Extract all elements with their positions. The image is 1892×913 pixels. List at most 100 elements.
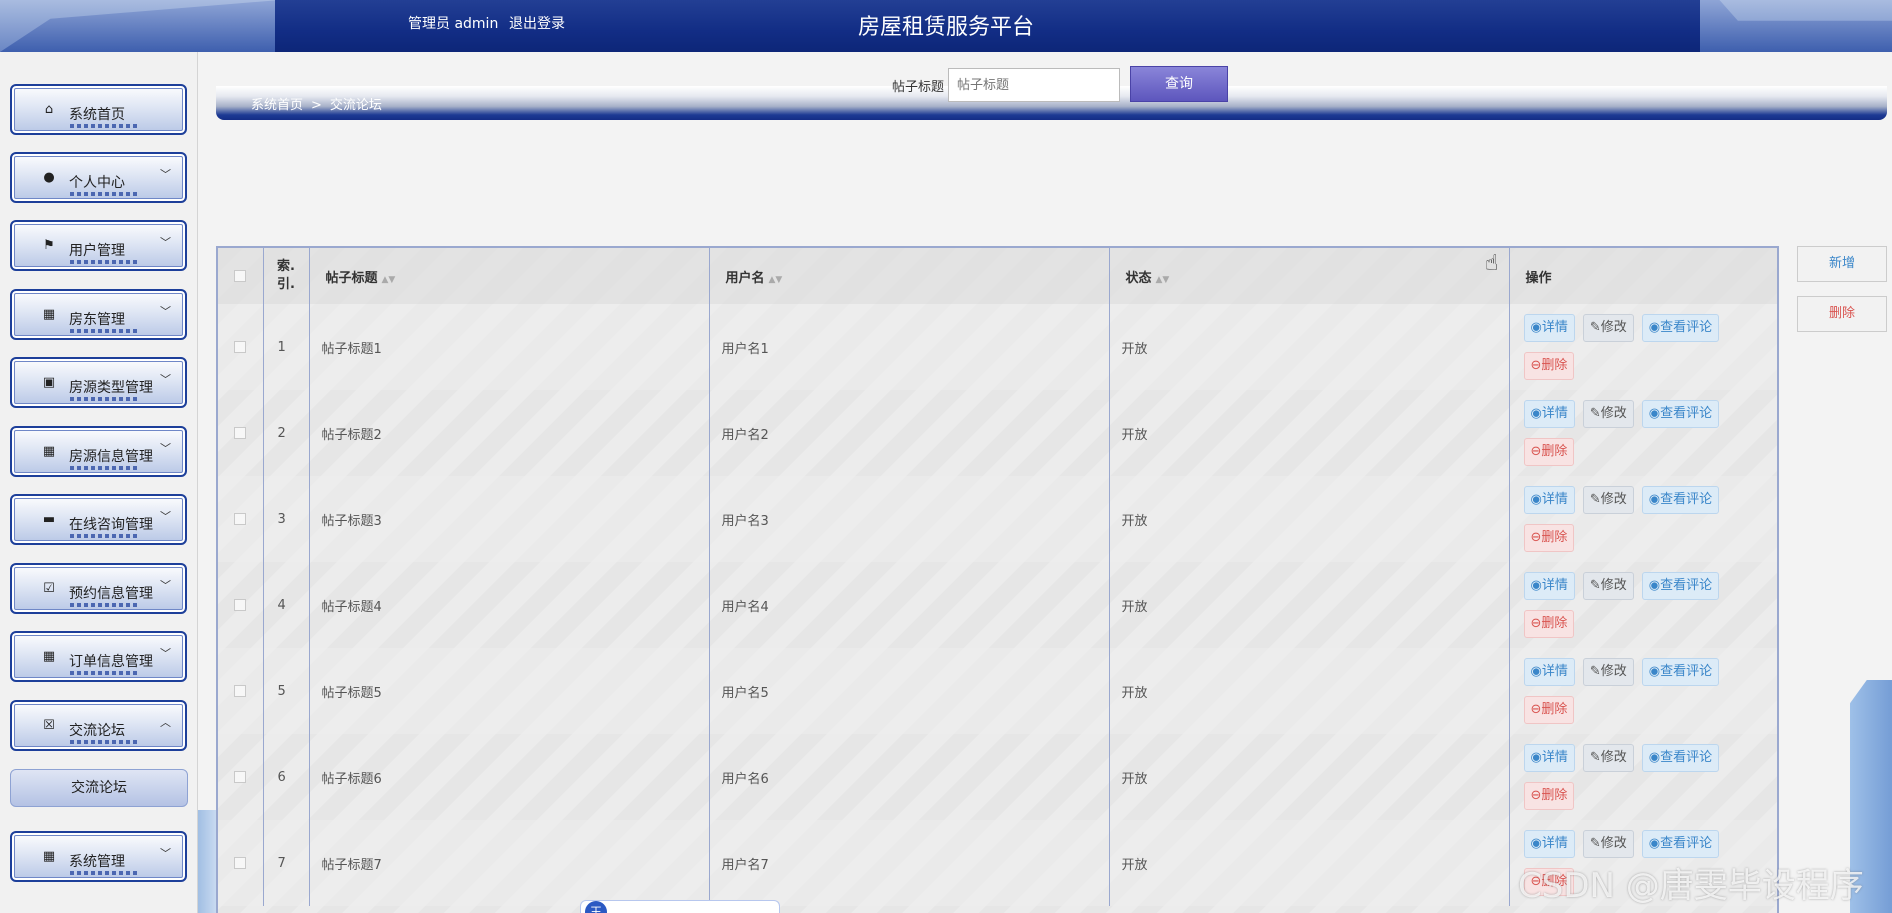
row-checkbox[interactable] [234,857,247,869]
row-checkbox[interactable] [234,341,247,353]
sidebar-item[interactable]: ● 个人中心 ﹀ [10,152,187,203]
decorative-dots [70,871,140,875]
sidebar-item[interactable]: ▦ 订单信息管理 ﹀ [10,631,187,682]
row-index: 3 [263,476,310,562]
row-checkbox[interactable] [234,427,247,439]
edit-button[interactable]: ✎修改 [1582,572,1634,600]
row-actions: ◉详情 ✎修改 ◉查看评论 ⊖删除 [1509,390,1777,476]
row-checkbox[interactable] [234,771,247,783]
sidebar-item[interactable]: ☑ 预约信息管理 ﹀ [10,563,187,614]
grid-icon: ▦ [42,444,56,459]
row-checkbox[interactable] [234,685,247,697]
row-select-cell[interactable] [218,734,264,820]
header-select-all[interactable] [218,248,264,304]
row-username: 用户名7 [709,820,1110,906]
sidebar-item[interactable]: ⚑ 用户管理 ﹀ [10,220,187,271]
detail-button[interactable]: ◉详情 [1523,830,1575,858]
view-comments-button[interactable]: ◉查看评论 [1641,744,1720,772]
sidebar-item[interactable]: ☒ 交流论坛 ︿ [10,700,187,751]
chevron-down-icon: ﹀ [160,373,171,386]
eye-icon: ◉ [1648,664,1661,679]
breadcrumb-home[interactable]: 系统首页 [251,98,303,113]
add-button[interactable]: 新增 [1797,246,1887,282]
detail-button[interactable]: ◉详情 [1523,572,1575,600]
search-input[interactable] [948,68,1120,102]
delete-label: 删除 [1541,702,1568,717]
sort-icon[interactable]: ▲▼ [1156,275,1170,285]
sidebar-item[interactable]: ▣ 房源类型管理 ﹀ [10,357,187,408]
view-comments-button[interactable]: ◉查看评论 [1641,400,1720,428]
detail-button[interactable]: ◉详情 [1523,486,1575,514]
view-comments-button[interactable]: ◉查看评论 [1641,486,1720,514]
delete-button[interactable]: ⊖删除 [1523,610,1575,638]
floating-toolbar[interactable]: 王 [580,900,780,913]
detail-button[interactable]: ◉详情 [1523,744,1575,772]
pencil-icon: ✎ [1589,836,1601,851]
delete-button[interactable]: ⊖删除 [1523,524,1575,552]
edit-button[interactable]: ✎修改 [1582,314,1634,342]
view-comments-button[interactable]: ◉查看评论 [1641,658,1720,686]
batch-delete-button[interactable]: 删除 [1797,296,1887,332]
delete-button[interactable]: ⊖删除 [1523,352,1575,380]
delete-button[interactable]: ⊖删除 [1523,438,1575,466]
edit-button[interactable]: ✎修改 [1582,400,1634,428]
edit-button[interactable]: ✎修改 [1582,486,1634,514]
sidebar-item-label: 交流论坛 [69,723,125,739]
submenu-item-forum[interactable]: 交流论坛 [10,769,188,807]
sidebar-item[interactable]: ▦ 房源信息管理 ﹀ [10,426,187,477]
sidebar-item-label: 个人中心 [69,175,125,191]
row-username: 用户名1 [709,304,1110,390]
detail-button[interactable]: ◉详情 [1523,658,1575,686]
detail-button[interactable]: ◉详情 [1523,400,1575,428]
decorative-dots [70,192,140,196]
edit-button[interactable]: ✎修改 [1582,658,1634,686]
row-title: 帖子标题1 [309,304,710,390]
sort-icon[interactable]: ▲▼ [769,275,783,285]
view-comments-button[interactable]: ◉查看评论 [1641,314,1720,342]
view-comments-button[interactable]: ◉查看评论 [1641,572,1720,600]
row-checkbox[interactable] [234,599,247,611]
row-select-cell[interactable] [218,476,264,562]
sidebar-item[interactable]: ⌂ 系统首页 [10,84,187,135]
pencil-icon: ✎ [1589,406,1601,421]
header-index-line2: 引. [277,277,295,292]
sidebar-item[interactable]: ▬ 在线咨询管理 ﹀ [10,494,187,545]
row-select-cell[interactable] [218,562,264,648]
decorative-dots [70,466,140,470]
select-all-checkbox[interactable] [234,270,247,282]
edit-button[interactable]: ✎修改 [1582,744,1634,772]
detail-button[interactable]: ◉详情 [1523,314,1575,342]
sidebar-item-label: 房源类型管理 [69,380,153,396]
pencil-icon: ✎ [1589,578,1601,593]
clipboard-check-icon: ☑ [43,581,55,596]
header-title[interactable]: 帖子标题 ▲▼ [309,248,710,304]
table-row: 6 帖子标题6 用户名6 开放 ◉详情 ✎修改 ◉查看评论 ⊖删除 [218,734,1777,820]
row-select-cell[interactable] [218,820,264,906]
user-icon: ● [43,170,55,185]
row-select-cell[interactable] [218,304,264,390]
minus-circle-icon: ⊖ [1530,530,1542,545]
view-comments-button[interactable]: ◉查看评论 [1641,830,1720,858]
minus-circle-icon: ⊖ [1530,358,1542,373]
table-row: 4 帖子标题4 用户名4 开放 ◉详情 ✎修改 ◉查看评论 ⊖删除 [218,562,1777,648]
row-select-cell[interactable] [218,390,264,476]
sidebar: ⌂ 系统首页 ● 个人中心 ﹀ ⚑ 用户管理 ﹀ ▦ 房东管理 ﹀ ▣ 房源类型管理 ﹀ ▦ 房源信息管理 ﹀ ▬… [0,52,198,913]
header-username[interactable]: 用户名 ▲▼ [709,248,1110,304]
search-button[interactable]: 查询 [1130,66,1228,102]
row-status: 开放 [1109,562,1510,648]
breadcrumb-current: 交流论坛 [329,98,382,113]
edit-button[interactable]: ✎修改 [1582,830,1634,858]
delete-label: 删除 [1541,788,1568,803]
sidebar-item[interactable]: ▦ 系统管理 ﹀ [10,831,187,882]
row-checkbox[interactable] [234,513,247,525]
toolbar-badge[interactable]: 王 [585,901,607,913]
row-select-cell[interactable] [218,648,264,734]
delete-button[interactable]: ⊖删除 [1523,782,1575,810]
row-status: 开放 [1109,390,1510,476]
header-status[interactable]: 状态 ▲▼ [1109,248,1510,304]
sidebar-item[interactable]: ▦ 房东管理 ﹀ [10,289,187,340]
detail-label: 详情 [1541,406,1568,421]
edit-label: 修改 [1600,320,1627,335]
sort-icon[interactable]: ▲▼ [382,275,396,285]
delete-button[interactable]: ⊖删除 [1523,696,1575,724]
